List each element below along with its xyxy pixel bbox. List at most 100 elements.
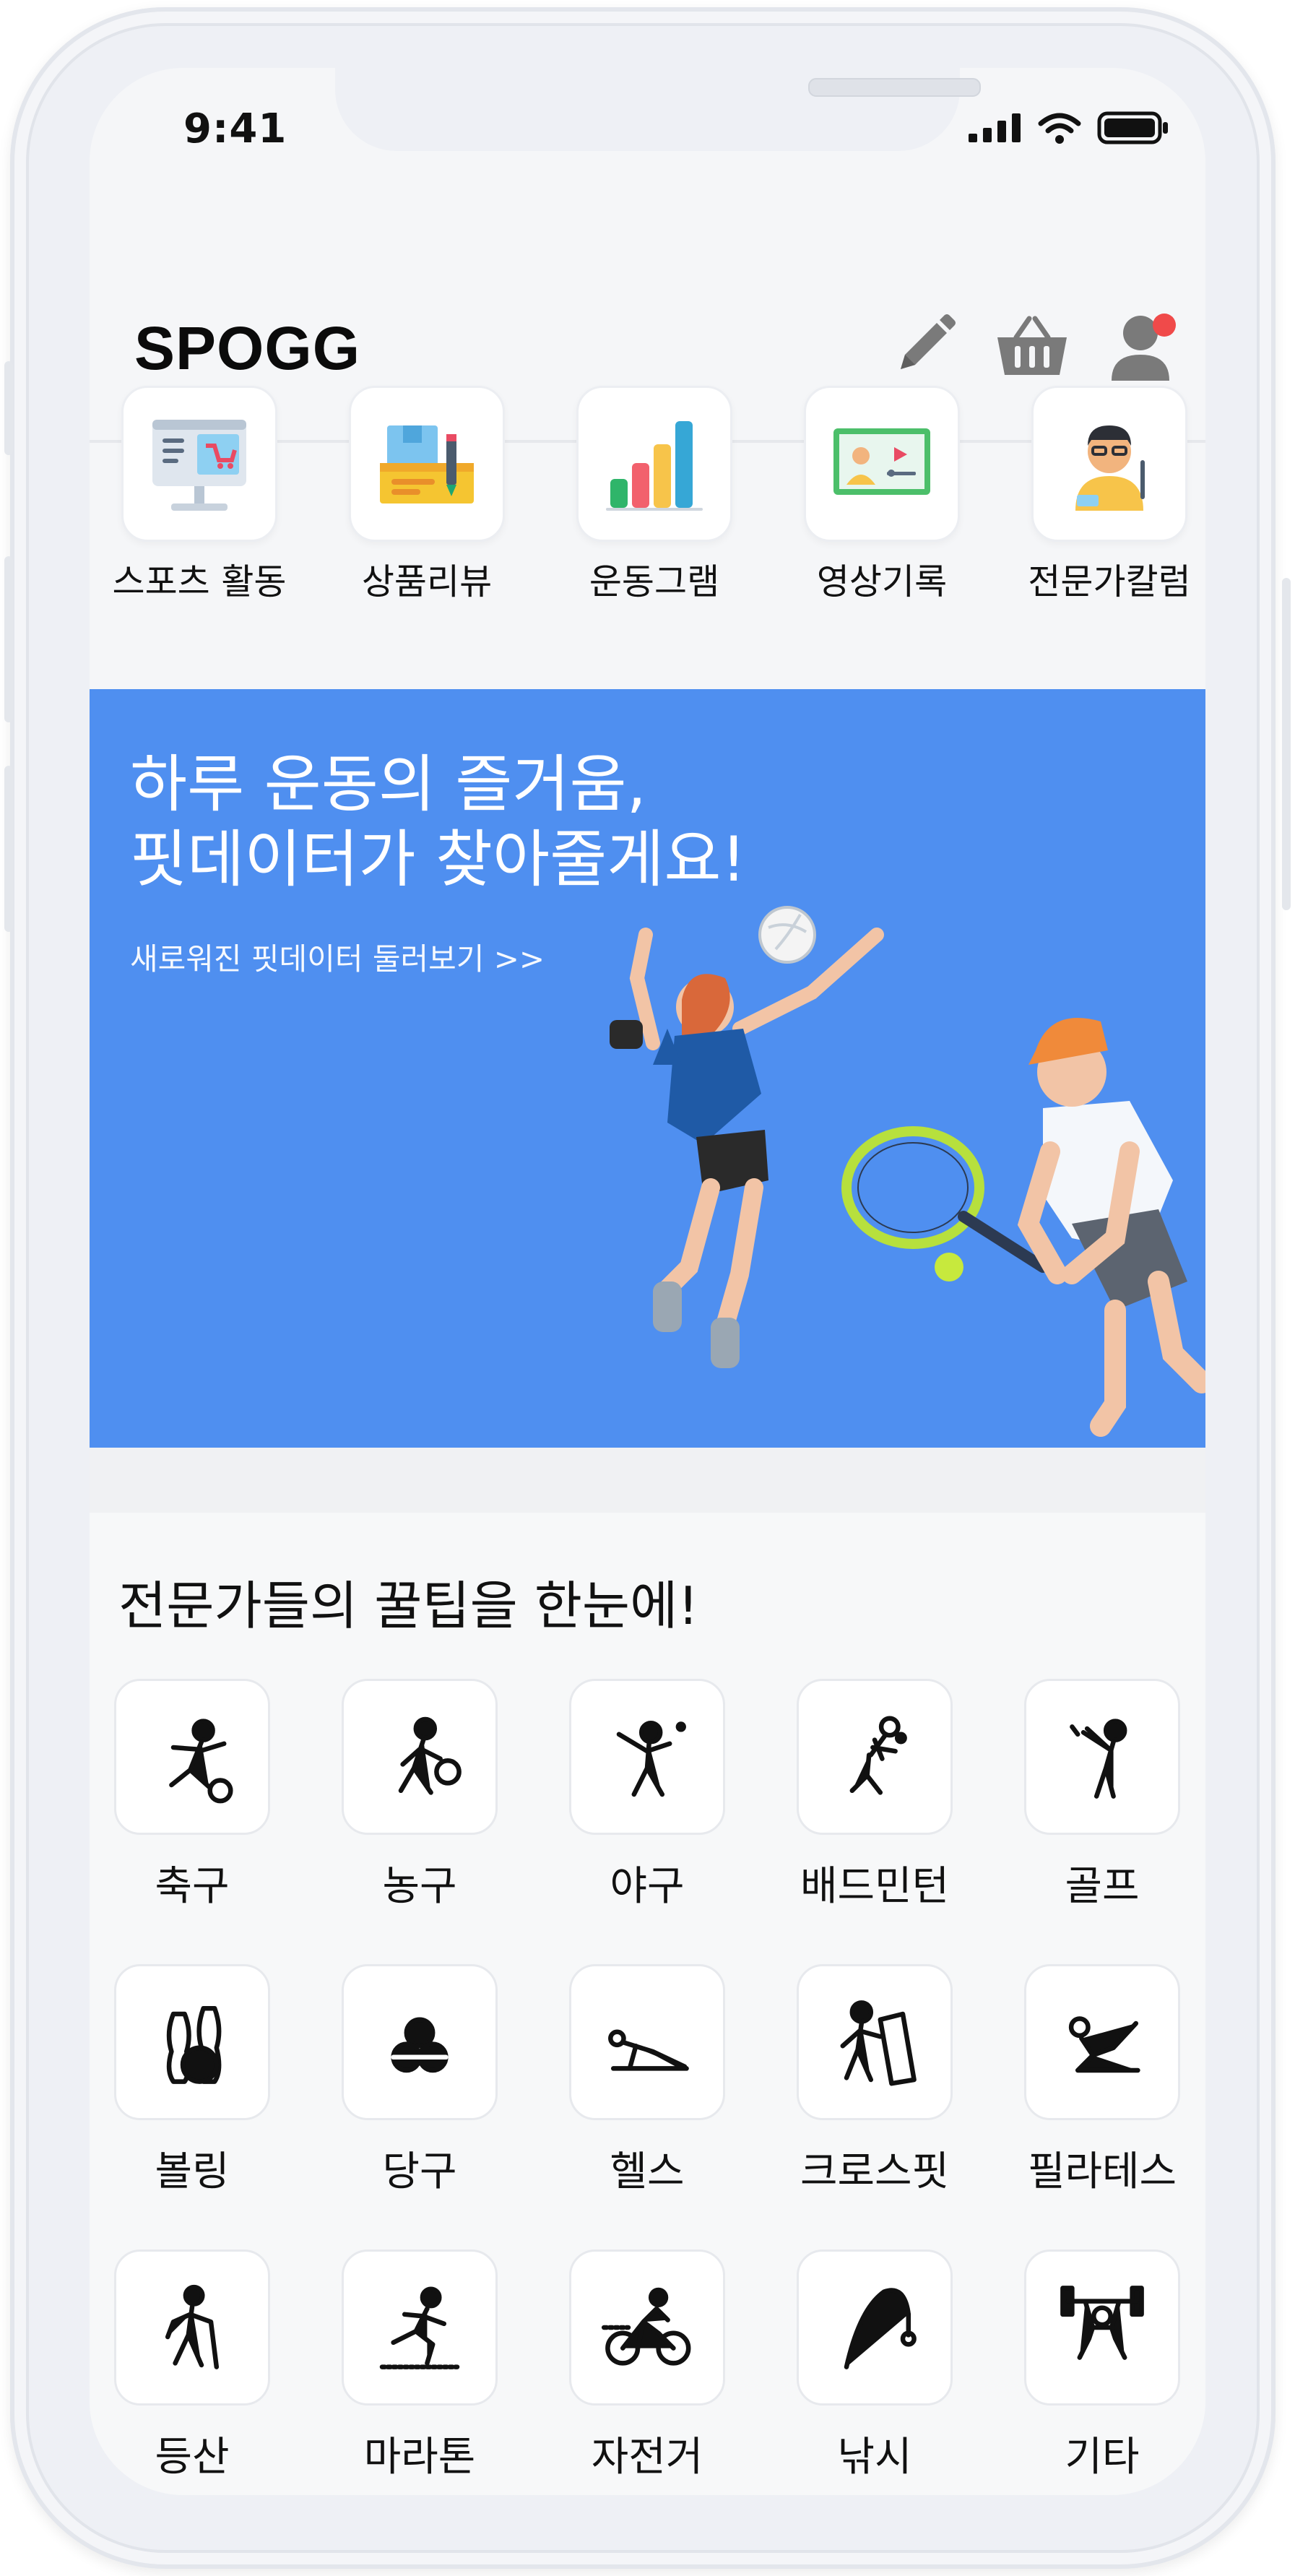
fishing-icon (844, 2288, 917, 2369)
sport-item-badminton[interactable]: 배드민턴 (777, 1679, 972, 1912)
weightlifting-icon (1060, 2286, 1144, 2360)
signal-icon (969, 113, 1021, 142)
pilates-icon (1068, 2016, 1140, 2073)
sport-item-baseball[interactable]: 야구 (550, 1679, 745, 1912)
cart-button[interactable] (992, 306, 1072, 386)
sport-item-crossfit[interactable]: 크로스핏 (777, 1964, 972, 2197)
status-icons (969, 111, 1169, 144)
quick-item-icon-box (804, 386, 960, 542)
sport-item-weightlifting[interactable]: 기타 (1005, 2249, 1200, 2483)
quick-item-icon-box (349, 386, 505, 542)
sport-label: 기타 (1065, 2434, 1140, 2481)
sport-icon-box (569, 1679, 725, 1835)
promo-banner[interactable]: 하루 운동의 즐거움, 핏데이터가 찾아줄게요! 새로워진 핏데이터 둘러보기 … (90, 689, 1205, 1448)
sport-label: 마라톤 (363, 2434, 476, 2481)
sport-icon-box (342, 1964, 498, 2120)
sport-label: 야구 (610, 1863, 685, 1910)
sport-item-basketball[interactable]: 농구 (322, 1679, 517, 1912)
mute-switch (4, 361, 13, 455)
sport-icon-box (1024, 2249, 1180, 2406)
sport-icon-box (569, 1964, 725, 2120)
quick-menu: 스포츠 활동 상품리뷰 운동그램 영상기록 전문가칼럼 (90, 386, 1205, 696)
sport-item-bowling[interactable]: 볼링 (95, 1964, 290, 2197)
quick-item-expert-column[interactable]: 전문가칼럼 (1015, 386, 1203, 605)
soccer-icon (169, 1719, 233, 1804)
quick-item-label: 운동그램 (589, 561, 720, 602)
battery-icon (1097, 111, 1168, 144)
sport-label: 필라테스 (1027, 2148, 1177, 2195)
sport-label: 크로스핏 (800, 2148, 950, 2195)
quick-item-label: 전문가칼럼 (1028, 561, 1191, 602)
sport-item-fitness[interactable]: 헬스 (550, 1964, 745, 2197)
sport-item-hiking[interactable]: 등산 (95, 2249, 290, 2483)
app-screen: 9:41 SPOGG 스포츠 활동 상품리뷰 운동그램 영상기록 전문가칼럼 하… (90, 68, 1205, 2495)
sport-label: 농구 (382, 1863, 457, 1910)
expert-avatar-icon (1075, 425, 1145, 511)
profile-button[interactable] (1101, 306, 1180, 386)
sport-icon-box (114, 1679, 270, 1835)
sport-label: 등산 (155, 2434, 230, 2481)
bar-chart-icon (606, 421, 703, 511)
sport-item-marathon[interactable]: 마라톤 (322, 2249, 517, 2483)
section-divider (90, 1448, 1205, 1515)
fitness-icon (608, 2029, 689, 2071)
quick-item-label: 스포츠 활동 (112, 561, 287, 602)
sport-label: 골프 (1065, 1863, 1140, 1910)
baseball-icon (616, 1720, 686, 1797)
sport-icon-box (342, 2249, 498, 2406)
power-button (1282, 578, 1291, 910)
tennis-player-figure (841, 1018, 1205, 1437)
quick-item-icon-box (121, 386, 277, 542)
write-button[interactable] (884, 306, 963, 386)
quick-item-video-record[interactable]: 영상기록 (788, 386, 976, 605)
sport-item-golf[interactable]: 골프 (1005, 1679, 1200, 1912)
wifi-icon (1038, 113, 1081, 144)
sport-icon-box (114, 2249, 270, 2406)
badminton-icon (849, 1716, 907, 1795)
quick-item-label: 상품리뷰 (361, 561, 493, 602)
crossfit-icon (840, 2000, 917, 2086)
app-logo[interactable]: SPOGG (134, 314, 360, 384)
expert-tips-section: 전문가들의 꿀팁을 한눈에! 축구 농구 야구 배드민턴 골프 볼링 당구 헬스 크로스핏 필라테… (90, 1513, 1205, 2495)
pencil-icon (901, 314, 956, 369)
notch (335, 68, 981, 151)
athletes-illustration (610, 906, 1205, 1437)
sport-label: 배드민턴 (800, 1863, 950, 1910)
sport-item-fishing[interactable]: 낚시 (777, 2249, 972, 2483)
sport-item-pilates[interactable]: 필라테스 (1005, 1964, 1200, 2197)
sport-icon-box (569, 2249, 725, 2406)
sport-icon-box (797, 2249, 953, 2406)
sport-icon-box (342, 1679, 498, 1835)
sport-item-soccer[interactable]: 축구 (95, 1679, 290, 1912)
basketball-icon (398, 1716, 462, 1795)
sport-icon-box (1024, 1964, 1180, 2120)
golf-icon (1070, 1719, 1127, 1799)
sport-icon-box (114, 1964, 270, 2120)
sport-label: 자전거 (591, 2434, 703, 2481)
sport-label: 당구 (382, 2148, 457, 2195)
store-kiosk-icon (152, 420, 246, 511)
video-board-icon (833, 428, 930, 495)
quick-item-exercise-gram[interactable]: 운동그램 (560, 386, 748, 605)
volleyball-player-figure (610, 906, 884, 1368)
billiards-icon (391, 2017, 449, 2073)
cycling-icon (601, 2287, 691, 2366)
sport-icon-box (1024, 1679, 1180, 1835)
bowling-icon (166, 2005, 222, 2084)
status-time: 9:41 (183, 105, 287, 152)
sport-label: 낚시 (837, 2434, 912, 2481)
quick-item-sports-activity[interactable]: 스포츠 활동 (105, 386, 293, 605)
basket-icon (997, 316, 1067, 375)
quick-item-icon-box (1031, 386, 1187, 542)
sport-label: 헬스 (610, 2148, 685, 2195)
quick-item-icon-box (576, 386, 732, 542)
quick-item-product-review[interactable]: 상품리뷰 (333, 386, 521, 605)
sport-label: 축구 (155, 1863, 230, 1910)
notification-badge (1153, 314, 1176, 337)
sport-item-cycling[interactable]: 자전거 (550, 2249, 745, 2483)
sport-item-billiards[interactable]: 당구 (322, 1964, 517, 2197)
marathon-icon (379, 2286, 460, 2369)
quick-item-label: 영상기록 (816, 561, 948, 602)
volume-up-button (4, 556, 13, 722)
shopping-box-icon (380, 425, 474, 503)
